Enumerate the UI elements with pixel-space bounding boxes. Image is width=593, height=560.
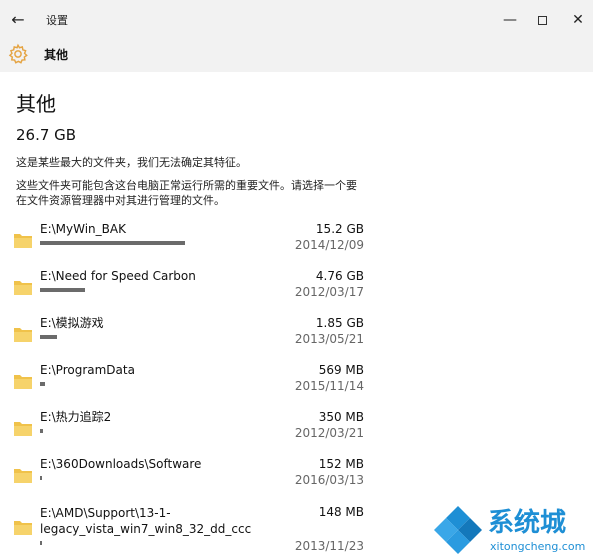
maximize-button[interactable] xyxy=(530,8,554,32)
folder-date: 2014/12/09 xyxy=(294,238,364,252)
back-arrow-icon[interactable]: ← xyxy=(8,10,28,30)
usage-bar xyxy=(40,241,185,245)
folder-icon xyxy=(14,281,32,295)
minimize-button[interactable]: — xyxy=(498,8,522,32)
folder-date: 2012/03/17 xyxy=(294,285,364,299)
usage-bar-fill xyxy=(40,288,85,292)
folder-row[interactable]: E:\AMD\Support\13-1-legacy_vista_win7_wi… xyxy=(14,505,364,553)
usage-bar-fill xyxy=(40,382,45,386)
usage-bar-fill xyxy=(40,476,42,480)
window-title: 设置 xyxy=(46,14,68,27)
folder-date: 2013/11/23 xyxy=(294,539,364,553)
page-header: 其他 xyxy=(0,40,593,72)
diamond-logo-icon xyxy=(434,506,482,554)
usage-bar xyxy=(40,288,185,292)
folder-size: 4.76 GB xyxy=(315,269,364,283)
folder-date: 2016/03/13 xyxy=(294,473,364,487)
folder-path: E:\Need for Speed Carbon xyxy=(40,269,196,283)
header-title: 其他 xyxy=(44,48,69,62)
folder-path: E:\360Downloads\Software xyxy=(40,457,202,471)
usage-bar xyxy=(40,429,185,433)
folder-row[interactable]: E:\ProgramData 569 MB 2015/11/14 xyxy=(14,363,364,407)
folder-size: 350 MB xyxy=(318,410,364,424)
folder-path: E:\模拟游戏 xyxy=(40,316,104,330)
folder-size: 569 MB xyxy=(318,363,364,377)
page-title: 其他 xyxy=(16,92,56,116)
folder-size: 148 MB xyxy=(318,505,364,519)
usage-bar-fill xyxy=(40,541,42,545)
folder-icon xyxy=(14,469,32,483)
folder-icon xyxy=(14,328,32,342)
folder-date: 2013/05/21 xyxy=(294,332,364,346)
folder-icon xyxy=(14,521,32,535)
watermark-logo: 系统城 xitongcheng.com xyxy=(430,500,593,560)
folder-date: 2012/03/21 xyxy=(294,426,364,440)
maximize-icon xyxy=(537,15,547,25)
folder-size: 1.85 GB xyxy=(315,316,364,330)
folder-path: E:\热力追踪2 xyxy=(40,410,112,424)
description-text: 这是某些最大的文件夹，我们无法确定其特征。 xyxy=(16,156,247,169)
folder-row[interactable]: E:\模拟游戏 1.85 GB 2013/05/21 xyxy=(14,316,364,360)
instruction-text: 这些文件夹可能包含这台电脑正常运行所需的重要文件。请选择一个要在文件资源管理器中… xyxy=(16,179,357,207)
folder-path: E:\ProgramData xyxy=(40,363,135,377)
title-bar: ← 设置 — ✕ xyxy=(0,0,593,40)
watermark-url: xitongcheng.com xyxy=(490,540,586,553)
folder-path: E:\MyWin_BAK xyxy=(40,222,126,236)
folder-row[interactable]: E:\360Downloads\Software 152 MB 2016/03/13 xyxy=(14,457,364,501)
close-button[interactable]: ✕ xyxy=(566,8,590,32)
usage-bar-fill xyxy=(40,429,43,433)
usage-bar-fill xyxy=(40,241,185,245)
folder-icon xyxy=(14,422,32,436)
usage-bar xyxy=(40,382,185,386)
folder-row[interactable]: E:\热力追踪2 350 MB 2012/03/21 xyxy=(14,410,364,454)
folder-date: 2015/11/14 xyxy=(294,379,364,393)
folder-size: 152 MB xyxy=(318,457,364,471)
folder-icon xyxy=(14,234,32,248)
folder-icon xyxy=(14,375,32,389)
gear-icon xyxy=(8,43,28,64)
usage-bar xyxy=(40,476,185,480)
watermark-brand: 系统城 xyxy=(488,508,567,538)
usage-bar xyxy=(40,335,185,339)
folder-row[interactable]: E:\Need for Speed Carbon 4.76 GB 2012/03/1… xyxy=(14,269,364,313)
folder-path: E:\AMD\Support\13-1-legacy_vista_win7_wi… xyxy=(40,506,252,536)
usage-bar xyxy=(40,541,185,545)
total-size: 26.7 GB xyxy=(16,126,77,144)
folder-row[interactable]: E:\MyWin_BAK 15.2 GB 2014/12/09 xyxy=(14,222,364,266)
usage-bar-fill xyxy=(40,335,57,339)
folder-size: 15.2 GB xyxy=(315,222,364,236)
